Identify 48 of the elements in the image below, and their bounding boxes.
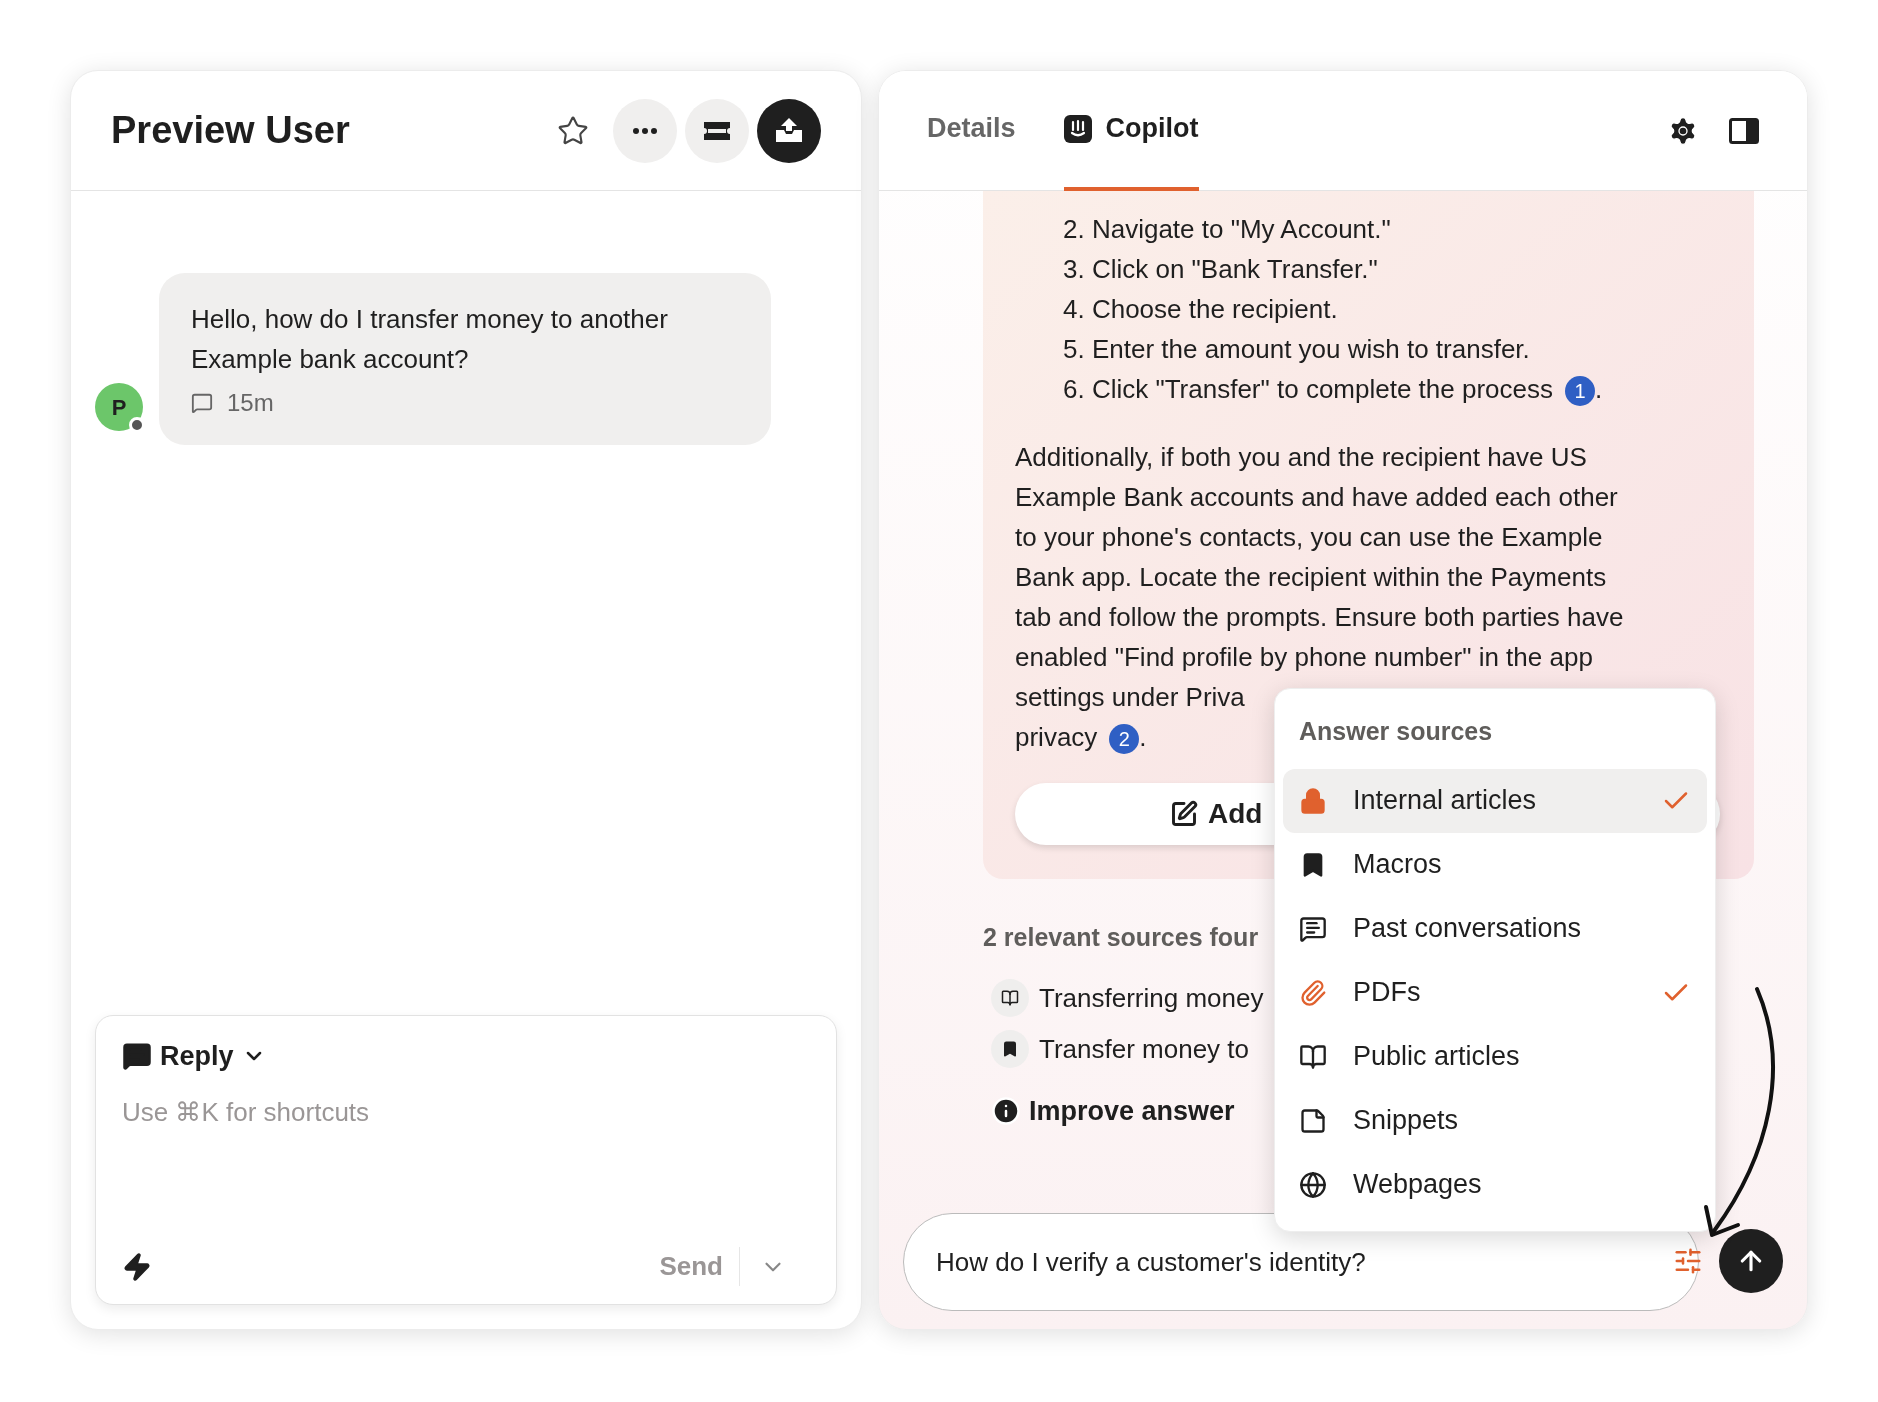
info-icon [991, 1095, 1021, 1126]
bookmark-icon [1001, 1040, 1019, 1058]
sources-heading: 2 relevant sources four [983, 922, 1259, 953]
note-icon [1299, 1106, 1327, 1135]
improve-answer-button[interactable]: Improve answer [1029, 1090, 1235, 1131]
send-question-button[interactable] [1719, 1229, 1783, 1293]
period-text: . [1595, 374, 1603, 404]
more-icon [633, 127, 657, 134]
book-icon [1001, 989, 1019, 1007]
ticket-icon [702, 119, 732, 142]
step-text: 4. Choose the recipient. [1063, 294, 1338, 324]
message-icon [191, 392, 213, 414]
menu-item[interactable]: Snippets [1283, 1088, 1707, 1153]
menu-item[interactable]: PDFs [1283, 960, 1707, 1025]
reply-field[interactable]: Use ⌘K for shortcuts [122, 1092, 810, 1247]
step-text: 5. Enter the amount you wish to transfer. [1063, 334, 1530, 364]
chat-icon [1299, 914, 1327, 943]
filter-icon[interactable] [1673, 1246, 1703, 1276]
source-link[interactable]: Transfer money to [1039, 1029, 1249, 1069]
menu-title: Answer sources [1298, 716, 1494, 747]
menu-item[interactable]: Macros [1283, 832, 1707, 897]
step-text: 3. Click on "Bank Transfer." [1063, 254, 1378, 284]
menu-item[interactable]: Past conversations [1283, 896, 1707, 961]
citation-badge[interactable]: 2 [1109, 724, 1140, 755]
chat-icon [122, 1041, 152, 1072]
globe-icon [1299, 1170, 1327, 1199]
source-link[interactable]: Transferring money [1039, 978, 1264, 1018]
copilot-logo-icon [1063, 114, 1092, 143]
paragraph-end-text: privacy [1015, 722, 1098, 752]
reply-mode-button[interactable]: Reply [122, 1036, 266, 1077]
lightning-icon[interactable] [122, 1251, 152, 1282]
edit-icon [1170, 800, 1198, 828]
step-text: 2. Navigate to "My Account." [1063, 214, 1391, 244]
period-text: . [1139, 722, 1147, 752]
conversation-title: Preview User [111, 108, 351, 153]
citation-badge[interactable]: 1 [1565, 376, 1595, 407]
menu-item[interactable]: Public articles [1283, 1024, 1707, 1089]
paperclip-icon [1299, 978, 1327, 1007]
star-icon[interactable] [557, 114, 589, 147]
message-time: 15m [227, 388, 274, 418]
message-text: Hello, how do I transfer money to another Example bank account? [191, 303, 669, 376]
lock-icon [1299, 786, 1327, 815]
step-text: 6. Click "Transfer" to complete the process [1063, 374, 1553, 404]
panel-tab[interactable]: Details [927, 71, 1016, 191]
sidebar-toggle-icon[interactable] [1729, 117, 1759, 144]
menu-item[interactable]: Internal articles [1283, 768, 1707, 833]
book-icon [1299, 1042, 1327, 1071]
user-avatar: P [95, 383, 143, 431]
